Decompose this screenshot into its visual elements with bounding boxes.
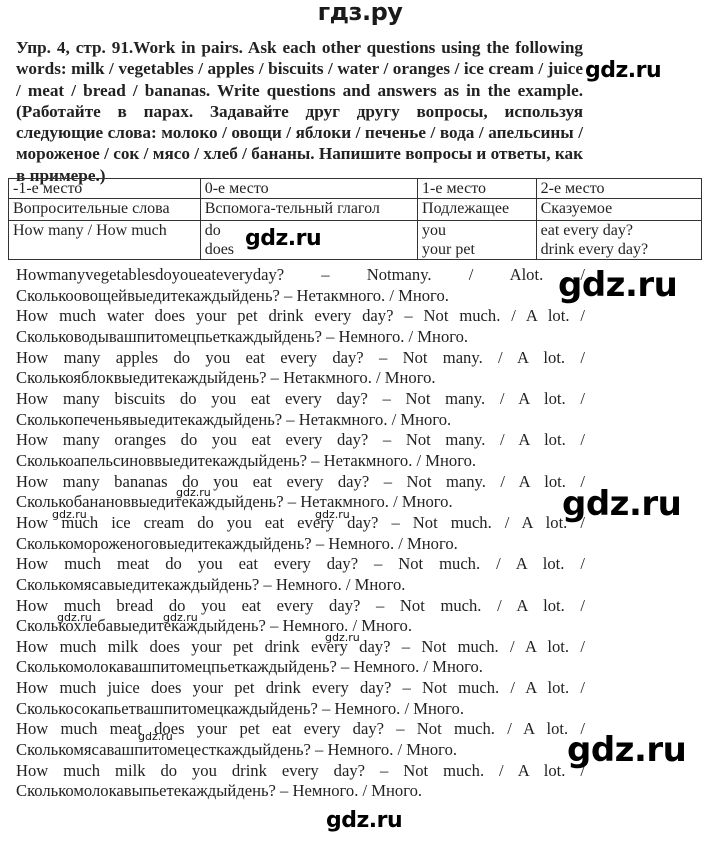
watermark-small: gdz.ru bbox=[57, 611, 92, 624]
watermark-small: gdz.ru bbox=[163, 611, 198, 624]
table-cell: Вопросительные слова bbox=[8, 198, 201, 221]
answer-russian: Сколькопеченьявыедитекаждыйдень? – Нетак… bbox=[16, 409, 452, 429]
table-cell: Вспомога-тельный глагол bbox=[199, 198, 419, 221]
watermark: gdz.ru bbox=[326, 808, 403, 833]
table-cell: you your pet bbox=[417, 220, 537, 260]
watermark-small: gdz.ru bbox=[52, 508, 87, 521]
table-row: Вопросительные слова Вспомога-тельный гл… bbox=[8, 198, 703, 221]
table-cell: eat every day? drink every day? bbox=[535, 220, 703, 260]
answer-english: How much milk does your pet drink every … bbox=[16, 636, 585, 656]
cell-line: drink every day? bbox=[540, 241, 649, 258]
answer-russian: Сколькомороженоговыедитекаждыйдень? – Не… bbox=[16, 533, 458, 553]
answer-russian: Скольководывашпитомецпьеткаждыйдень? – Н… bbox=[16, 326, 469, 346]
answer-english: How many apples do you eat every day? – … bbox=[16, 347, 585, 367]
table-row: How many / How much do does you your pet e… bbox=[8, 220, 703, 260]
answer-russian: Сколькомясавашпитомецесткаждыйдень? – Не… bbox=[16, 740, 458, 760]
answer-english: How much water does your pet drink every… bbox=[16, 306, 585, 326]
watermark: gdz.ru bbox=[562, 484, 682, 524]
answer-russian: Сколькоовощейвыедитекаждыйдень? – Нетакм… bbox=[16, 285, 449, 305]
answer-russian: Сколькохлебавыедитекаждыйдень? – Немного… bbox=[16, 616, 413, 636]
cell-line: you bbox=[422, 222, 447, 239]
watermark: gdz.ru bbox=[567, 730, 687, 770]
watermark-small: gdz.ru bbox=[138, 730, 173, 743]
site-header-logo[interactable]: гдз.ру bbox=[0, 0, 720, 26]
table-row: -1-е место 0-е место 1-е место 2-е место bbox=[8, 178, 703, 199]
answer-english: How much juice does your pet drink every… bbox=[16, 678, 585, 698]
watermark: gdz.ru bbox=[245, 226, 322, 251]
answer-russian: Сколькосокапьетвашпитомецкаждыйдень? – Н… bbox=[16, 698, 464, 718]
answers-list: Howmanyvegetablesdoyoueateveryday? – Not… bbox=[16, 265, 585, 802]
watermark-small: gdz.ru bbox=[176, 486, 211, 499]
task-statement: Упр. 4, стр. 91.Work in pairs. Ask each … bbox=[16, 38, 583, 185]
table-cell: Подлежащее bbox=[417, 198, 537, 221]
answer-english: How many bananas do you eat every day? –… bbox=[16, 471, 585, 491]
watermark: gdz.ru bbox=[585, 58, 662, 83]
answer-russian: Сколькобанановвыедитекаждыйдень? – Нетак… bbox=[16, 492, 453, 512]
cell-line: eat every day? bbox=[540, 222, 633, 239]
answer-english: How much bread do you eat every day? – N… bbox=[16, 595, 585, 615]
cell-line: How many / How much bbox=[13, 222, 167, 239]
table-cell: 0-е место bbox=[199, 178, 419, 199]
answer-english: How much milk do you drink every day? – … bbox=[16, 760, 585, 780]
answer-russian: Сколькомолокавашпитомецпьеткаждыйдень? –… bbox=[16, 657, 483, 677]
grammar-table: -1-е место 0-е место 1-е место 2-е место… bbox=[8, 178, 703, 260]
answer-english: How many oranges do you eat every day? –… bbox=[16, 430, 585, 450]
table-cell: -1-е место bbox=[8, 178, 201, 199]
table-cell: How many / How much bbox=[8, 220, 201, 260]
answer-russian: Сколькомолокавыпьетекаждыйдень? – Немног… bbox=[16, 781, 423, 801]
answer-english: How many biscuits do you eat every day? … bbox=[16, 388, 585, 408]
watermark: gdz.ru bbox=[558, 265, 678, 305]
cell-line: your pet bbox=[422, 241, 475, 258]
answer-russian: Сколькоапельсиноввыедитекаждыйдень? – Не… bbox=[16, 450, 477, 470]
answer-russian: Сколькояблоквыедитекаждыйдень? – Нетакмн… bbox=[16, 368, 436, 388]
watermark-small: gdz.ru bbox=[315, 508, 350, 521]
answer-english: How much meat does your pet eat every da… bbox=[16, 719, 585, 739]
answer-english: How much meat do you eat every day? – No… bbox=[16, 554, 585, 574]
answer-english: Howmanyvegetablesdoyoueateveryday? – Not… bbox=[16, 265, 585, 284]
answer-english: How much ice cream do you eat every day?… bbox=[16, 512, 585, 532]
answer-russian: Сколькомясавыедитекаждыйдень? – Немного.… bbox=[16, 574, 406, 594]
table-cell: 2-е место bbox=[535, 178, 703, 199]
table-cell: 1-е место bbox=[417, 178, 537, 199]
watermark-small: gdz.ru bbox=[325, 631, 360, 644]
table-cell: Сказуемое bbox=[535, 198, 703, 221]
